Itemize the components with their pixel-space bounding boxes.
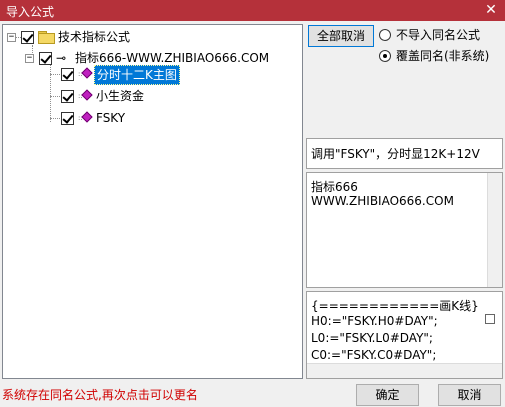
status-message: 系统存在同名公式,再次点击可以更名 bbox=[2, 388, 198, 402]
collapse-icon[interactable]: − bbox=[25, 54, 34, 63]
tree-item-label[interactable]: FSKY bbox=[94, 109, 127, 127]
tree-item[interactable]: :: 分时十二K主图 bbox=[3, 65, 301, 85]
overwrite-duplicates-radio[interactable] bbox=[379, 50, 391, 62]
description-panel[interactable]: 指标666 WWW.ZHIBIAO666.COM bbox=[306, 172, 503, 288]
item-checkbox[interactable] bbox=[61, 90, 74, 103]
cancel-all-button[interactable]: 全部取消 bbox=[308, 25, 374, 47]
dialog-body: − 技术指标公式 − ⊸ 指标666-WWW.ZHIBIAO666.COM ::… bbox=[0, 21, 505, 407]
folder-icon bbox=[38, 31, 55, 44]
collapse-icon[interactable]: − bbox=[7, 33, 16, 42]
tree-item-label[interactable]: 小生资金 bbox=[94, 87, 146, 105]
tree-item[interactable]: :: 小生资金 bbox=[3, 87, 301, 105]
code-line: H0:="FSKY.H0#DAY"; bbox=[311, 314, 438, 328]
formula-icon: :: bbox=[78, 111, 93, 124]
title-bar: 导入公式 ✕ bbox=[0, 0, 505, 21]
formula-tree[interactable]: − 技术指标公式 − ⊸ 指标666-WWW.ZHIBIAO666.COM ::… bbox=[2, 24, 303, 379]
code-line: L0:="FSKY.L0#DAY"; bbox=[311, 331, 433, 345]
skip-duplicates-radio[interactable] bbox=[379, 29, 391, 41]
ok-button[interactable]: 确定 bbox=[356, 384, 419, 406]
code-panel[interactable]: {============画K线} H0:="FSKY.H0#DAY"; L0:… bbox=[306, 291, 503, 379]
tree-item[interactable]: :: FSKY bbox=[3, 109, 301, 127]
code-horizontal-scrollbar[interactable] bbox=[307, 363, 502, 378]
formula-icon: :: bbox=[78, 67, 93, 80]
resize-box-icon[interactable] bbox=[485, 314, 495, 324]
formula-icon: :: bbox=[78, 89, 93, 102]
window-title: 导入公式 bbox=[6, 5, 55, 19]
description-line: 指标666 bbox=[311, 180, 358, 194]
usage-panel: 调用"FSKY"，分时显12K+12V bbox=[306, 138, 503, 169]
item-checkbox[interactable] bbox=[61, 112, 74, 125]
close-icon[interactable]: ✕ bbox=[483, 1, 499, 19]
code-line: {============画K线} bbox=[311, 299, 479, 313]
group-checkbox[interactable] bbox=[39, 52, 52, 65]
code-line: C0:="FSKY.C0#DAY"; bbox=[311, 348, 437, 362]
overwrite-duplicates-label[interactable]: 覆盖同名(非系统) bbox=[396, 49, 489, 63]
cancel-button[interactable]: 取消 bbox=[438, 384, 501, 406]
tree-node-label: 技术指标公式 bbox=[58, 30, 131, 44]
usage-text: 调用"FSKY"，分时显12K+12V bbox=[311, 147, 480, 161]
tree-node-root[interactable]: − 技术指标公式 bbox=[3, 28, 301, 46]
description-line: WWW.ZHIBIAO666.COM bbox=[311, 194, 454, 208]
tree-item-label[interactable]: 分时十二K主图 bbox=[94, 65, 180, 85]
root-checkbox[interactable] bbox=[21, 31, 34, 44]
item-checkbox[interactable] bbox=[61, 68, 74, 81]
skip-duplicates-label[interactable]: 不导入同名公式 bbox=[396, 28, 480, 42]
description-scrollbar[interactable] bbox=[487, 173, 502, 287]
